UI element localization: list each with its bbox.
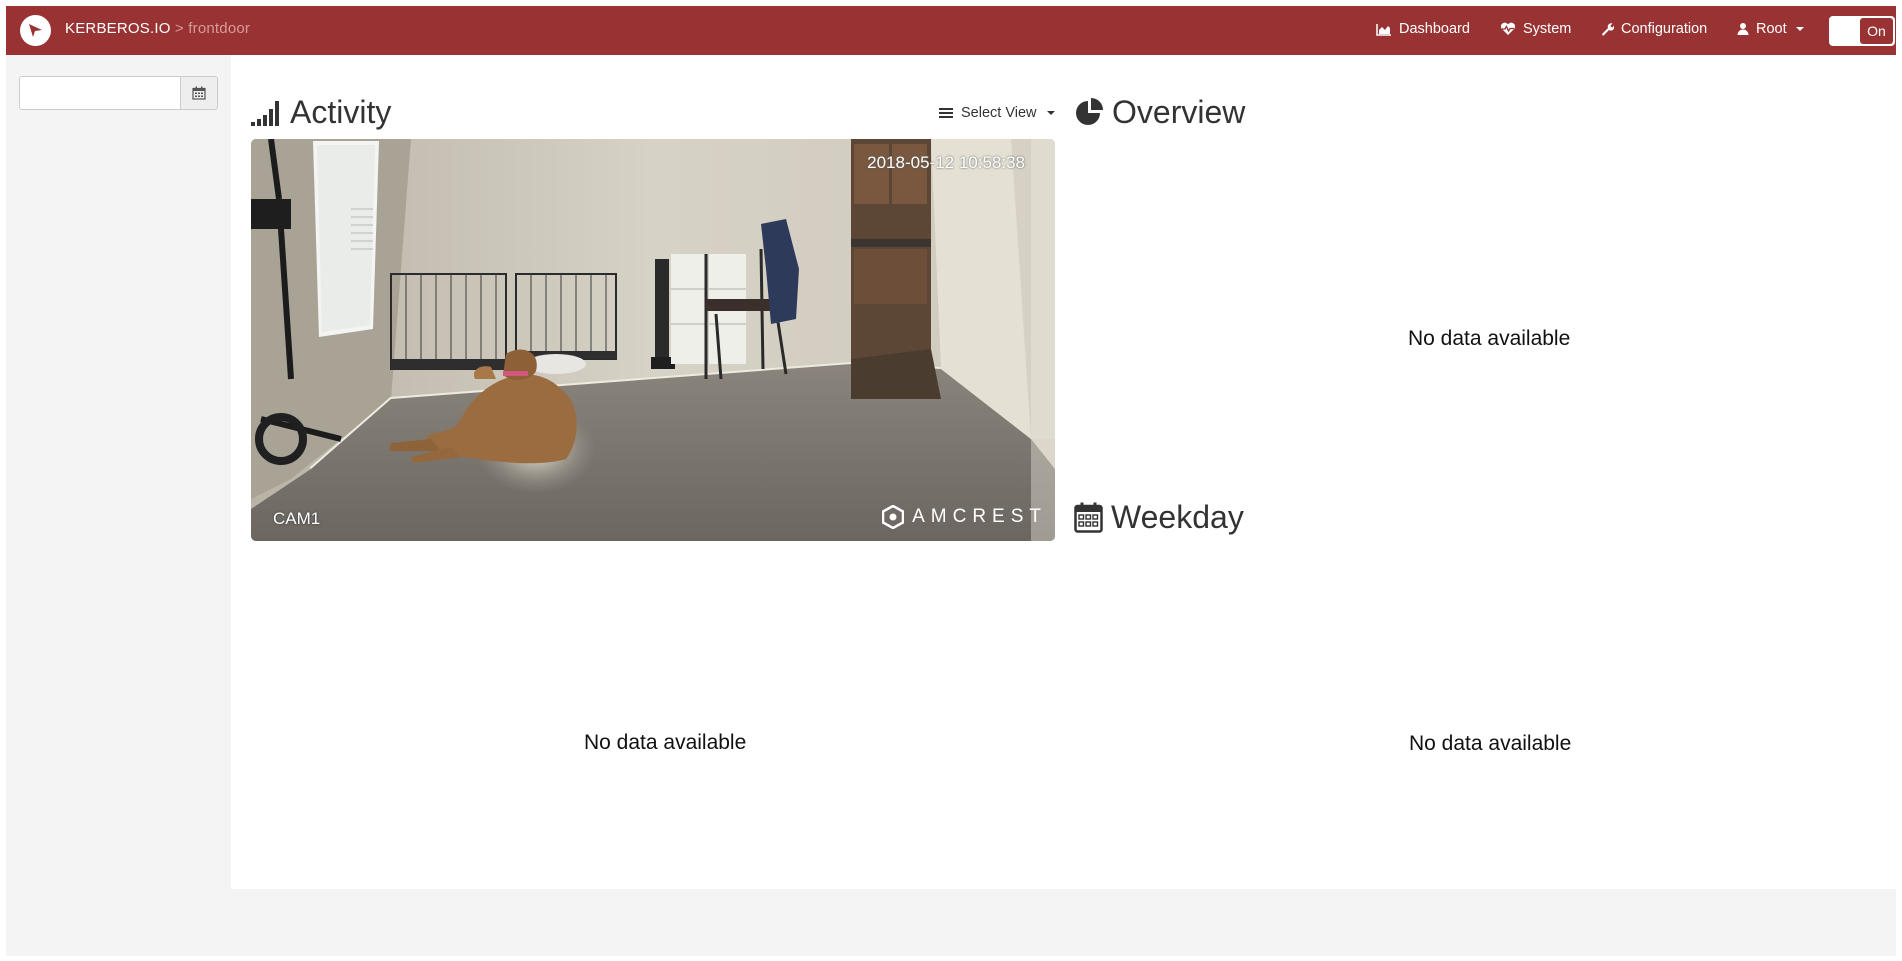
nav-configuration-label: Configuration: [1621, 21, 1708, 37]
kerberos-logo[interactable]: [20, 15, 51, 46]
overview-no-data: No data available: [1408, 327, 1571, 350]
top-navbar: KERBEROS.IO > frontdoor Dashboard System…: [6, 6, 1896, 55]
signal-bars-icon: [251, 100, 279, 126]
select-view-label: Select View: [961, 105, 1037, 121]
brand-breadcrumb[interactable]: KERBEROS.IO > frontdoor: [65, 20, 250, 37]
activity-title: Activity: [290, 94, 392, 130]
weekday-no-data: No data available: [1409, 732, 1572, 755]
area-chart-icon: [1376, 23, 1391, 36]
activity-heading: Activity: [251, 94, 391, 131]
amcrest-logo-icon: [882, 505, 905, 529]
camera-label: CAM1: [273, 509, 321, 528]
camera-snapshot[interactable]: 2018-05-12 10:58:38 CAM1 AMCREST: [251, 139, 1055, 541]
nav-dashboard[interactable]: Dashboard: [1376, 21, 1470, 37]
overview-title: Overview: [1112, 94, 1246, 130]
nav-dashboard-label: Dashboard: [1399, 21, 1470, 37]
user-icon: [1737, 23, 1749, 35]
nav-configuration[interactable]: Configuration: [1600, 21, 1707, 37]
weekday-title: Weekday: [1111, 499, 1244, 535]
nav-user-menu[interactable]: Root: [1737, 21, 1804, 37]
chevron-down-icon: [1795, 27, 1804, 31]
select-view-dropdown[interactable]: Select View: [939, 105, 1055, 121]
camera-timestamp: 2018-05-12 10:58:38: [867, 153, 1025, 172]
date-picker-input[interactable]: [19, 76, 181, 110]
camera-image: [251, 139, 1055, 541]
pie-chart-icon: [1076, 97, 1103, 125]
wrench-icon: [1602, 23, 1614, 36]
date-picker-button[interactable]: [180, 76, 218, 110]
logo-icon: [29, 24, 42, 37]
brand-name: KERBEROS.IO: [65, 20, 171, 37]
footer-area: [6, 889, 1896, 956]
calendar-icon: [192, 86, 206, 100]
heartbeat-icon: [1500, 22, 1516, 35]
overview-heading: Overview: [1074, 94, 1245, 131]
sidebar: [6, 55, 231, 889]
list-icon: [939, 108, 953, 118]
nav-system[interactable]: System: [1500, 21, 1571, 37]
toggle-on-label: On: [1860, 18, 1893, 44]
status-toggle[interactable]: On: [1829, 16, 1895, 46]
chevron-down-icon: [1046, 111, 1055, 115]
camera-brand-label: AMCREST: [912, 506, 1047, 527]
weekday-heading: Weekday: [1074, 499, 1244, 536]
nav-system-label: System: [1523, 21, 1572, 37]
camera-brand: AMCREST: [882, 505, 1047, 529]
nav-user-label: Root: [1756, 21, 1787, 37]
calendar-icon: [1074, 502, 1103, 533]
brand-sub: > frontdoor: [170, 20, 251, 37]
activity-no-data: No data available: [584, 731, 747, 754]
